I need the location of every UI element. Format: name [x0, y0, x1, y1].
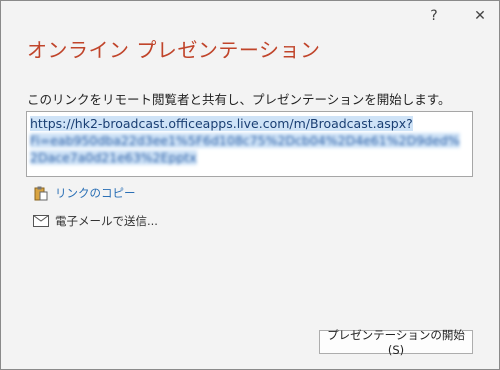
close-button[interactable]: ✕ [471, 7, 489, 25]
send-email-button[interactable]: 電子メールで送信... [33, 213, 158, 229]
send-email-label: 電子メールで送信... [55, 214, 158, 228]
online-presentation-dialog: ? ✕ オンライン プレゼンテーション このリンクをリモート閲覧者と共有し、プレ… [0, 0, 500, 370]
broadcast-link-field[interactable]: https://hk2-broadcast.officeapps.live.co… [26, 111, 473, 177]
dialog-title: オンライン プレゼンテーション [27, 38, 321, 62]
dialog-description: このリンクをリモート閲覧者と共有し、プレゼンテーションを開始します。 [27, 92, 451, 107]
clipboard-icon [33, 185, 49, 201]
copy-link-button[interactable]: リンクのコピー [33, 185, 136, 201]
link-line-1: https://hk2-broadcast.officeapps.live.co… [30, 116, 413, 131]
copy-link-label: リンクのコピー [55, 186, 136, 200]
help-button[interactable]: ? [425, 7, 443, 25]
window-controls: ? ✕ [425, 7, 489, 25]
link-line-2-obscured: Fi=eab950dba22d3ee1%5F6d108c75%2Dcb04%2D… [30, 133, 460, 148]
envelope-icon [33, 213, 49, 229]
start-presentation-button[interactable]: プレゼンテーションの開始(S) [319, 328, 473, 357]
link-line-3-obscured: 2Dace7a0d21e63%2Epptx [30, 150, 197, 165]
